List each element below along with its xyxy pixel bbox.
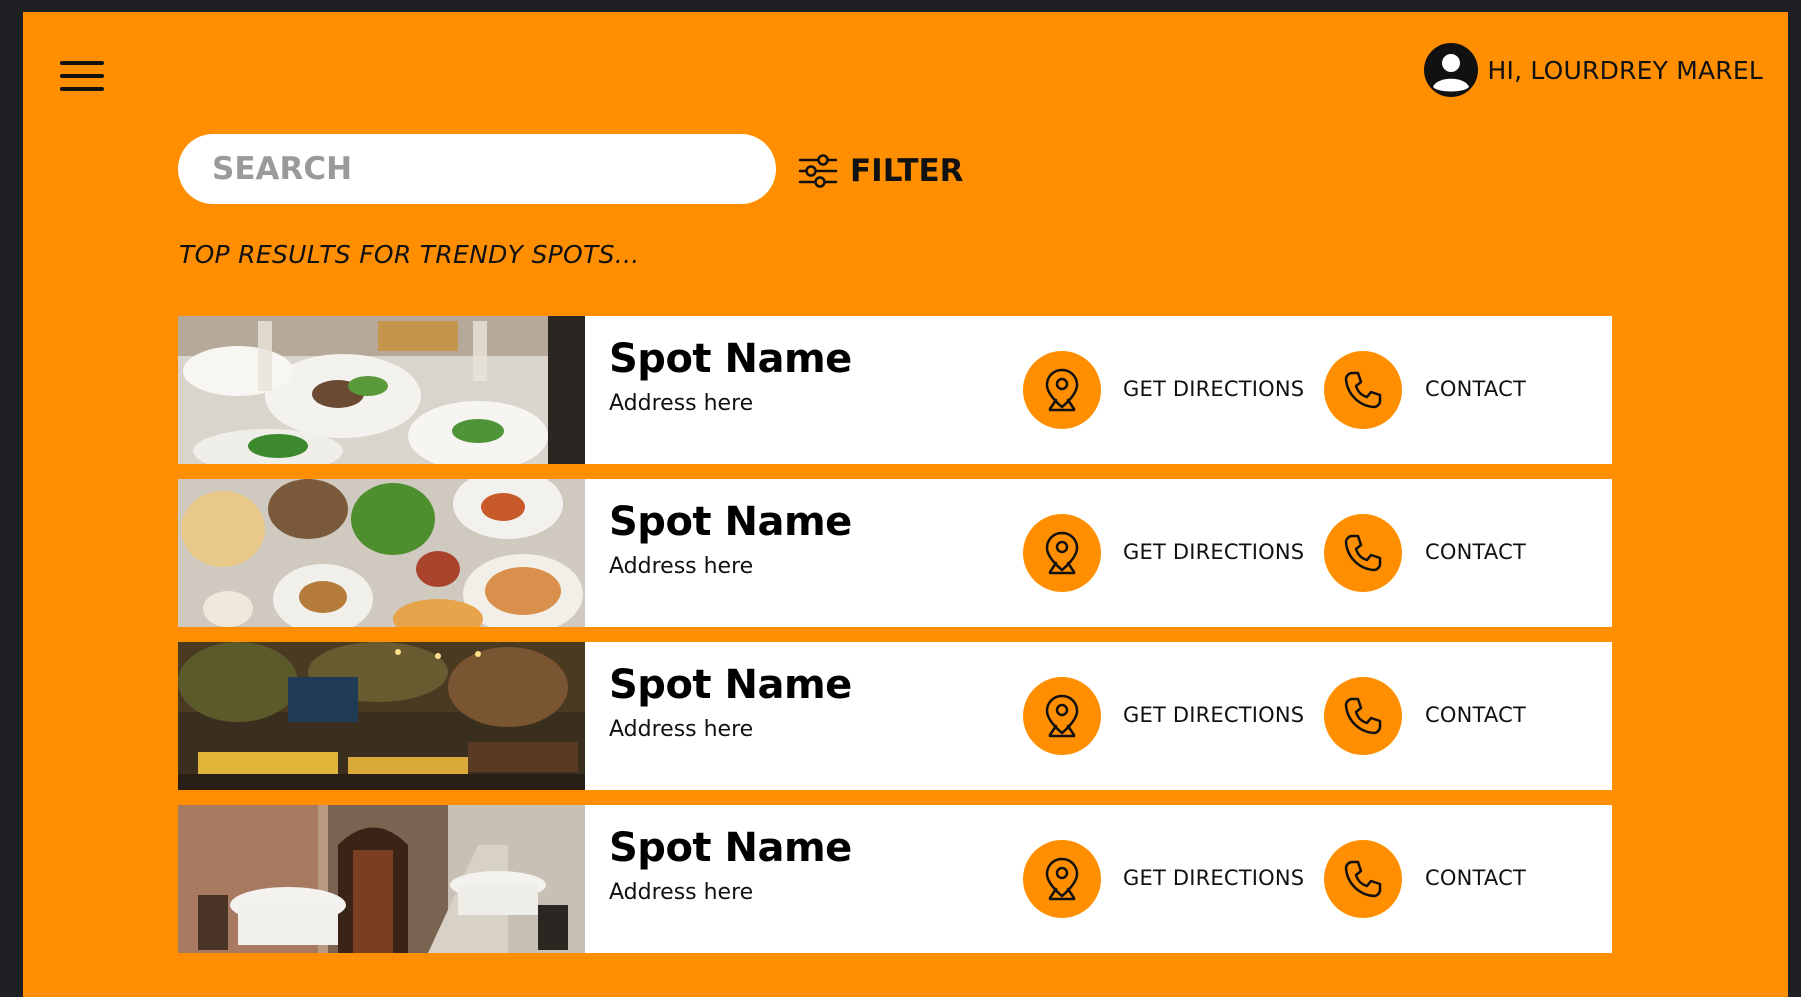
get-directions-button[interactable]: [1023, 351, 1101, 429]
spot-address: Address here: [609, 554, 754, 579]
contact-button[interactable]: [1324, 677, 1402, 755]
spot-address: Address here: [609, 717, 754, 742]
map-pin-icon: [1045, 368, 1079, 412]
get-directions-link[interactable]: GET DIRECTIONS: [1123, 377, 1304, 401]
spot-name: Spot Name: [609, 336, 852, 382]
spot-address: Address here: [609, 880, 754, 905]
result-card[interactable]: Spot Name Address here GET DIRECTIONS CO…: [178, 805, 1612, 953]
spot-name: Spot Name: [609, 662, 852, 708]
contact-button[interactable]: [1324, 351, 1402, 429]
contact-button[interactable]: [1324, 514, 1402, 592]
results-heading: TOP RESULTS FOR TRENDY SPOTS...: [179, 240, 640, 269]
user-avatar-icon: [1423, 43, 1478, 97]
spot-name: Spot Name: [609, 825, 852, 871]
contact-link[interactable]: CONTACT: [1425, 866, 1526, 890]
phone-icon: [1344, 860, 1382, 898]
contact-link[interactable]: CONTACT: [1425, 703, 1526, 727]
app-window: HI, LOURDREY MAREL FILTER TOP RESULTS FO…: [23, 12, 1788, 997]
get-directions-link[interactable]: GET DIRECTIONS: [1123, 540, 1304, 564]
phone-icon: [1344, 534, 1382, 572]
phone-icon: [1344, 697, 1382, 735]
get-directions-button[interactable]: [1023, 840, 1101, 918]
spot-address: Address here: [609, 391, 754, 416]
get-directions-link[interactable]: GET DIRECTIONS: [1123, 703, 1304, 727]
map-pin-icon: [1045, 694, 1079, 738]
filter-button[interactable]: FILTER: [798, 152, 964, 190]
user-profile[interactable]: HI, LOURDREY MAREL: [1423, 42, 1763, 98]
search-input[interactable]: [178, 134, 776, 204]
hamburger-menu-icon[interactable]: [60, 61, 104, 93]
spot-name: Spot Name: [609, 499, 852, 545]
sliders-icon: [798, 154, 838, 188]
map-pin-icon: [1045, 531, 1079, 575]
get-directions-button[interactable]: [1023, 677, 1101, 755]
spot-photo: [178, 642, 585, 790]
phone-icon: [1344, 371, 1382, 409]
get-directions-button[interactable]: [1023, 514, 1101, 592]
spot-photo: [178, 316, 585, 464]
spot-photo: [178, 805, 585, 953]
contact-button[interactable]: [1324, 840, 1402, 918]
contact-link[interactable]: CONTACT: [1425, 540, 1526, 564]
result-card[interactable]: Spot Name Address here GET DIRECTIONS CO…: [178, 642, 1612, 790]
result-card[interactable]: Spot Name Address here GET DIRECTIONS CO…: [178, 479, 1612, 627]
user-greeting: HI, LOURDREY MAREL: [1487, 55, 1763, 85]
filter-label: FILTER: [850, 153, 964, 189]
contact-link[interactable]: CONTACT: [1425, 377, 1526, 401]
spot-photo: [178, 479, 585, 627]
map-pin-icon: [1045, 857, 1079, 901]
get-directions-link[interactable]: GET DIRECTIONS: [1123, 866, 1304, 890]
result-card[interactable]: Spot Name Address here GET DIRECTIONS CO…: [178, 316, 1612, 464]
